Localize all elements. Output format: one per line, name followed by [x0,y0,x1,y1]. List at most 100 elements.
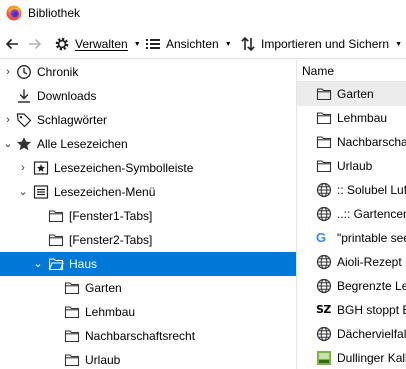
folder-icon [316,88,332,101]
tree-item-tags[interactable]: › Schlagwörter [0,108,296,132]
tree-label: Lesezeichen-Menü [54,185,156,199]
google-favicon-icon: G [316,230,327,245]
chevron-right-icon[interactable]: › [2,64,14,80]
list-item-label: "printable see [337,231,406,245]
tree-item-bookmarks-toolbar[interactable]: › Lesezeichen-Symbolleiste [0,156,296,180]
views-button[interactable]: Ansichten ▼ [145,35,232,53]
folder-open-icon [48,258,64,271]
tree-item-window1-tabs[interactable]: [Fenster1-Tabs] [0,204,296,228]
gear-icon [55,37,69,51]
list-item[interactable]: Aioli-Rezept [297,250,406,274]
list-item[interactable]: Dächervielfal [297,322,406,346]
list-icon [146,39,160,49]
column-header-name[interactable]: Name [297,60,406,82]
tree-label: Lehmbau [85,305,136,319]
chevron-down-icon: ▼ [133,40,141,48]
tree-label: Lesezeichen-Symbolleiste [54,161,194,175]
list-item-label: Aioli-Rezept [337,255,402,269]
manage-label: Verwalten [75,37,128,51]
site-favicon-icon [317,351,331,365]
column-header-label: Name [302,64,335,78]
list-item[interactable]: Garten [297,82,406,106]
list-item[interactable]: G "printable see [297,226,406,250]
chevron-down-icon[interactable]: ⌄ [32,256,44,272]
globe-icon [316,254,332,270]
list-item-label: BGH stoppt B [337,303,406,317]
tree-item-garten[interactable]: Garten [0,276,296,300]
tree-item-urlaub[interactable]: Urlaub [0,348,296,369]
folder-icon [316,160,332,173]
library-tree: › Chronik Downloads › Schlagwörter ⌄ All… [0,60,296,369]
bookmark-list: Name Garten Lehmbau Nachbarscha Urlaub:… [297,60,406,369]
tree-item-nachbarschaftsrecht[interactable]: Nachbarschaftsrecht [0,324,296,348]
star-icon [17,137,31,151]
window-title: Bibliothek [28,6,81,20]
tree-label: Urlaub [85,353,121,367]
folder-icon [64,354,80,367]
tree-label: Haus [69,257,98,271]
bookmarks-menu-icon [33,185,49,199]
list-item[interactable]: Lehmbau [297,106,406,130]
chevron-down-icon[interactable]: ⌄ [2,136,14,152]
tree-item-lehmbau[interactable]: Lehmbau [0,300,296,324]
list-item-label: Urlaub [337,159,373,173]
import-export-arrows-icon [241,36,255,52]
chevron-down-icon: ▼ [224,40,232,48]
list-item-label: Dullinger Kall [337,351,406,365]
tree-item-history[interactable]: › Chronik [0,60,296,84]
list-item-label: Nachbarscha [337,135,406,149]
list-item[interactable]: :: Solubel Luf [297,178,406,202]
tree-item-window2-tabs[interactable]: [Fenster2-Tabs] [0,228,296,252]
back-arrow-icon[interactable] [4,36,20,52]
chevron-right-icon[interactable]: › [2,112,14,128]
folder-icon [316,112,332,125]
bookmarks-toolbar-icon [33,161,49,175]
folder-icon [48,210,64,223]
list-item-label: Lehmbau [337,111,388,125]
globe-icon [316,182,332,198]
tree-label: Nachbarschaftsrecht [85,329,196,343]
chevron-down-icon: ▼ [395,40,403,48]
tag-icon [16,113,32,128]
list-item[interactable]: SZ BGH stoppt B [297,298,406,322]
tree-label: Alle Lesezeichen [37,137,128,151]
forward-arrow-icon[interactable] [27,36,43,52]
list-item[interactable]: Urlaub [297,154,406,178]
folder-icon [48,234,64,247]
tree-item-bookmarks-menu[interactable]: ⌄ Lesezeichen-Menü [0,180,296,204]
list-item-label: Begrenzte Lel [337,279,406,293]
tree-item-haus[interactable]: ⌄ Haus [0,252,296,276]
list-item-label: Dächervielfal [337,327,406,341]
tree-label: Garten [85,281,122,295]
clock-icon [17,65,31,79]
sz-favicon-icon: SZ [316,303,331,316]
tree-item-all-bookmarks[interactable]: ⌄ Alle Lesezeichen [0,132,296,156]
download-arrow-icon [18,89,30,103]
list-item[interactable]: Begrenzte Lel [297,274,406,298]
globe-icon [316,278,332,294]
tree-label: Chronik [37,65,79,79]
library-toolbar: Verwalten ▼ Ansichten ▼ Importieren und … [0,29,406,59]
tree-label: Schlagwörter [37,113,108,127]
import-backup-button[interactable]: Importieren und Sichern ▼ [240,35,402,53]
list-item[interactable]: ..:: Gartencen [297,202,406,226]
list-item-label: ..:: Gartencen [337,207,406,221]
list-item-label: :: Solubel Luf [337,183,406,197]
tree-label: Downloads [37,89,97,103]
list-item[interactable]: Dullinger Kall [297,346,406,369]
chevron-right-icon[interactable]: › [17,160,29,176]
import-label: Importieren und Sichern [261,37,390,51]
manage-button[interactable]: Verwalten ▼ [54,35,141,53]
list-item-label: Garten [337,87,374,101]
chevron-down-icon[interactable]: ⌄ [17,184,29,200]
globe-icon [316,326,332,342]
folder-icon [64,330,80,343]
list-item[interactable]: Nachbarscha [297,130,406,154]
views-label: Ansichten [166,37,219,51]
folder-icon [64,306,80,319]
title-bar: Bibliothek [0,0,406,29]
tree-item-downloads[interactable]: Downloads [0,84,296,108]
folder-icon [316,136,332,149]
globe-icon [316,206,332,222]
tree-label: [Fenster1-Tabs] [69,209,153,223]
